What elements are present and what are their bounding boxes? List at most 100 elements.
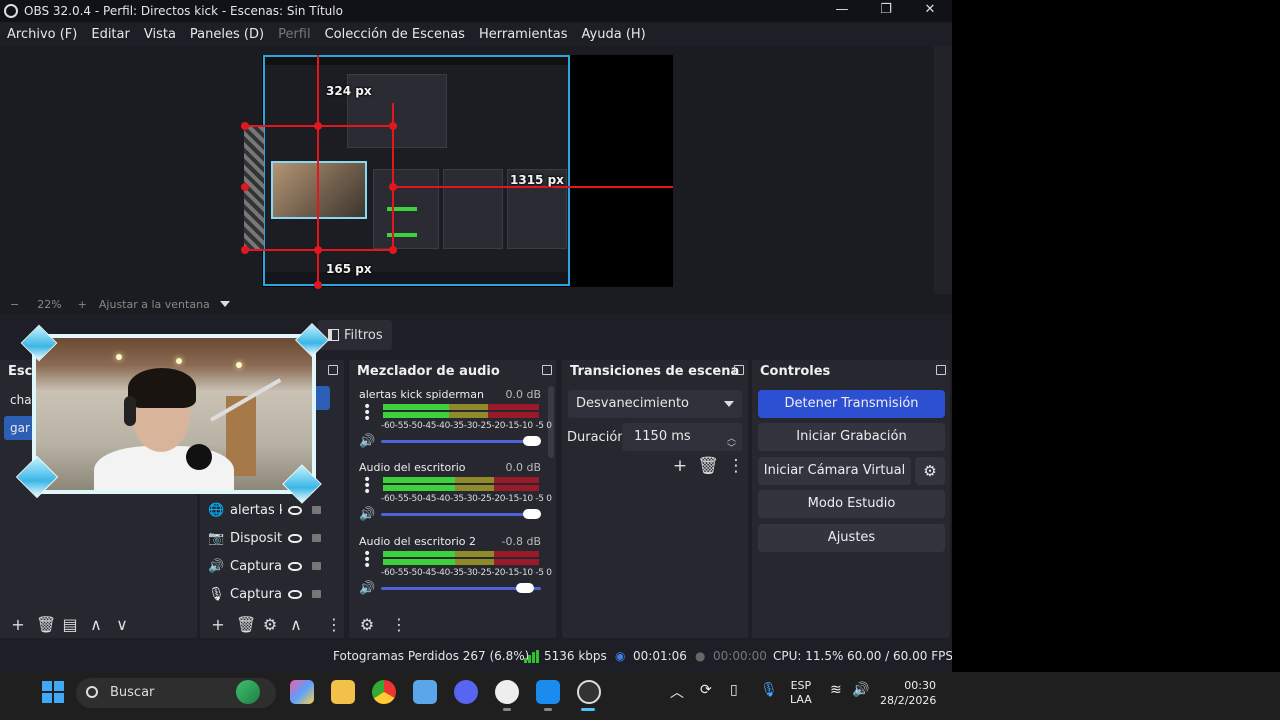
visibility-eye-icon[interactable] <box>288 505 302 515</box>
copilot-icon[interactable] <box>290 680 314 704</box>
remove-scene-button[interactable]: 🗑 <box>36 615 56 634</box>
studio-mode-button[interactable]: Modo Estudio <box>758 490 945 518</box>
cpu-usage: CPU: 11.5% <box>773 649 844 663</box>
source-row[interactable]: 🔊 Captura <box>208 554 340 578</box>
tray-chevron-up-icon[interactable]: ︿ <box>670 682 684 702</box>
visibility-eye-icon[interactable] <box>288 533 302 543</box>
menu-ayuda[interactable]: Ayuda (H) <box>575 27 653 42</box>
duration-spinbox[interactable]: 1150 ms ︿ ﹀ <box>622 423 742 454</box>
tray-microphone-icon[interactable]: 🎙 <box>760 682 778 698</box>
preview-area[interactable]: 324 px 1315 px 165 px <box>0 46 934 294</box>
resize-handle[interactable] <box>389 122 397 130</box>
resize-handle[interactable] <box>389 246 397 254</box>
close-button[interactable]: ✕ <box>908 0 952 22</box>
discord-icon[interactable] <box>454 680 478 704</box>
widgets-icon[interactable] <box>236 680 260 704</box>
wifi-icon[interactable]: ≋ <box>830 682 842 698</box>
meter-segment <box>494 477 539 483</box>
channel-db: -0.8 dB <box>501 535 542 548</box>
menu-herramientas[interactable]: Herramientas <box>472 27 575 42</box>
virtual-camera-settings-gear-icon[interactable]: ⚙ <box>915 457 945 485</box>
obs-taskbar-icon[interactable] <box>577 680 601 704</box>
resize-handle[interactable] <box>389 183 397 191</box>
lock-icon[interactable] <box>312 506 321 514</box>
scene-up-button[interactable]: ∧ <box>88 615 104 634</box>
resize-handle[interactable] <box>241 246 249 254</box>
menu-archivo[interactable]: Archivo (F) <box>0 27 84 42</box>
start-recording-button[interactable]: Iniciar Grabación <box>758 423 945 451</box>
mixer-more-button[interactable]: ⋮ <box>391 615 407 634</box>
resize-handle[interactable] <box>314 246 322 254</box>
scene-filters-button[interactable]: ▤ <box>62 615 78 634</box>
resize-handle[interactable] <box>314 122 322 130</box>
transition-select[interactable]: Desvanecimiento <box>568 390 742 418</box>
lock-icon[interactable] <box>312 534 321 542</box>
transition-more-button[interactable]: ⋮ <box>722 456 750 476</box>
source-row[interactable]: 📷 Dispositi <box>208 526 340 550</box>
windows-start-icon[interactable] <box>42 681 64 703</box>
resize-handle[interactable] <box>241 122 249 130</box>
channel-menu-icon[interactable]: • • • <box>363 400 371 426</box>
facebook-icon[interactable] <box>536 680 560 704</box>
source-more-button[interactable]: ⋮ <box>326 615 342 634</box>
mute-speaker-icon[interactable]: 🔊 <box>359 434 375 449</box>
file-explorer-icon[interactable] <box>331 680 355 704</box>
remove-transition-button[interactable]: 🗑 <box>694 456 722 476</box>
volume-fader[interactable] <box>381 583 541 593</box>
volume-icon[interactable]: 🔊 <box>852 682 869 698</box>
visibility-eye-icon[interactable] <box>288 589 302 599</box>
volume-meter <box>383 551 541 567</box>
stop-streaming-button[interactable]: Detener Transmisión <box>758 390 945 418</box>
virtual-camera-button[interactable]: Iniciar Cámara Virtual <box>758 457 911 485</box>
language-indicator[interactable]: ESP LAA <box>790 679 812 707</box>
volume-fader[interactable] <box>381 436 541 446</box>
menu-editar[interactable]: Editar <box>84 27 137 42</box>
transition-tools: + 🗑 ⋮ <box>666 456 750 476</box>
channel-menu-icon[interactable]: • • • <box>363 473 371 499</box>
preview-canvas[interactable]: 324 px 1315 px 165 px <box>241 55 673 289</box>
fader-knob[interactable] <box>523 509 541 519</box>
undock-icon[interactable] <box>542 365 552 375</box>
mute-speaker-icon[interactable]: 🔊 <box>359 507 375 522</box>
preview-scrollbar[interactable] <box>934 46 952 294</box>
add-transition-button[interactable]: + <box>666 456 694 476</box>
notepad-icon[interactable] <box>413 680 437 704</box>
resize-handle[interactable] <box>314 281 322 289</box>
scene-down-button[interactable]: ∨ <box>114 615 130 634</box>
system-clock[interactable]: 00:30 28/2/2026 <box>880 678 936 708</box>
menu-perfil[interactable]: Perfil <box>271 27 318 42</box>
zoom-dropdown-icon[interactable] <box>219 301 230 307</box>
volume-fader[interactable] <box>381 509 541 519</box>
menu-vista[interactable]: Vista <box>137 27 183 42</box>
obs-window: OBS 32.0.4 - Perfil: Directos kick - Esc… <box>0 0 952 672</box>
clock-app-icon[interactable] <box>495 680 519 704</box>
lock-icon[interactable] <box>312 590 321 598</box>
add-scene-button[interactable]: + <box>10 615 26 634</box>
remove-source-button[interactable]: 🗑 <box>236 615 256 634</box>
maximize-button[interactable]: ❐ <box>864 0 908 22</box>
channel-menu-icon[interactable]: • • • <box>363 547 371 573</box>
undock-icon[interactable] <box>734 365 744 375</box>
tray-sync-icon[interactable]: ⟳ <box>700 682 712 698</box>
tray-battery-icon[interactable]: ▯ <box>730 682 738 698</box>
fader-knob[interactable] <box>516 583 534 593</box>
add-source-button[interactable]: + <box>210 615 226 634</box>
fader-knob[interactable] <box>523 436 541 446</box>
menu-coleccion-escenas[interactable]: Colección de Escenas <box>318 27 472 42</box>
undock-icon[interactable] <box>936 365 946 375</box>
minimize-button[interactable]: — <box>820 0 864 22</box>
settings-button[interactable]: Ajustes <box>758 524 945 552</box>
menu-paneles[interactable]: Paneles (D) <box>183 27 271 42</box>
source-up-button[interactable]: ∧ <box>288 615 304 634</box>
advanced-audio-button[interactable]: ⚙ <box>359 615 375 634</box>
selected-source-box[interactable] <box>263 55 570 286</box>
zoom-in-button[interactable]: + <box>78 298 87 311</box>
visibility-eye-icon[interactable] <box>288 561 302 571</box>
source-properties-button[interactable]: ⚙ <box>262 615 278 634</box>
chrome-icon[interactable] <box>372 680 396 704</box>
resize-handle[interactable] <box>241 183 249 191</box>
mute-speaker-icon[interactable]: 🔊 <box>359 581 375 596</box>
zoom-out-button[interactable]: − <box>10 298 19 311</box>
source-row[interactable]: 🎙 Captura <box>208 582 340 606</box>
lock-icon[interactable] <box>312 562 321 570</box>
